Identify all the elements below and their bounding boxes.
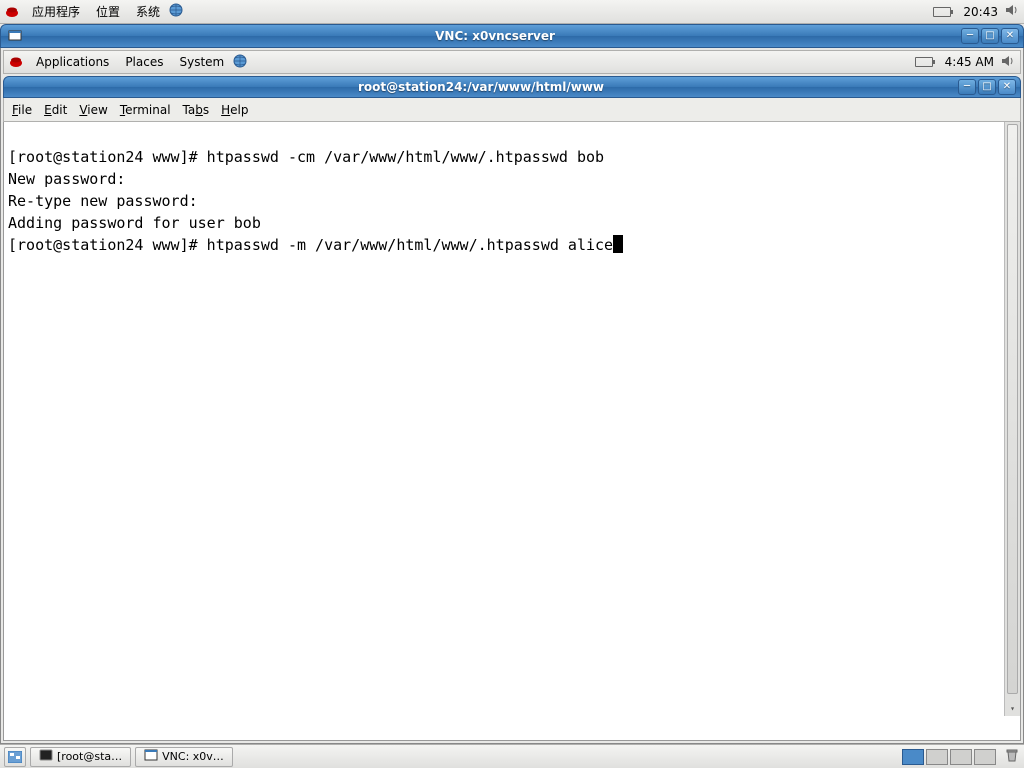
terminal-line: Adding password for user bob	[8, 214, 261, 232]
vnc-close-button[interactable]: ✕	[1001, 28, 1019, 44]
terminal-menubar: File Edit View Terminal Tabs Help	[3, 98, 1021, 122]
scrollbar-down-arrow[interactable]: ▾	[1005, 702, 1020, 716]
terminal-menu-edit[interactable]: Edit	[44, 103, 67, 117]
terminal-body[interactable]: [root@station24 www]# htpasswd -cm /var/…	[3, 122, 1021, 741]
terminal-titlebar[interactable]: >_ root@station24:/var/www/html/www ─ □ …	[3, 76, 1021, 98]
terminal-close-button[interactable]: ✕	[998, 79, 1016, 95]
window-icon	[144, 748, 158, 765]
show-desktop-button[interactable]	[4, 747, 26, 767]
host-menu-applications[interactable]: 应用程序	[24, 1, 88, 22]
guest-battery-icon[interactable]	[915, 57, 933, 67]
terminal-line: [root@station24 www]# htpasswd -cm /var/…	[8, 148, 604, 166]
vnc-content: Applications Places System 4:45 AM >_ ro…	[0, 48, 1024, 744]
guest-menu-places[interactable]: Places	[117, 53, 171, 71]
host-panel-bottom: [root@sta… VNC: x0v…	[0, 744, 1024, 768]
scrollbar-thumb[interactable]	[1007, 124, 1018, 694]
workspace-4[interactable]	[974, 749, 996, 765]
guest-browser-launcher-icon[interactable]	[232, 53, 248, 72]
browser-launcher-icon[interactable]	[168, 2, 184, 21]
vnc-minimize-button[interactable]: ─	[961, 28, 979, 44]
host-menu-system[interactable]: 系统	[128, 1, 168, 22]
workspace-3[interactable]	[950, 749, 972, 765]
terminal-menu-terminal[interactable]: Terminal	[120, 103, 171, 117]
vnc-window: VNC: x0vncserver ─ □ ✕ Applications Plac…	[0, 24, 1024, 744]
vnc-title: VNC: x0vncserver	[29, 29, 961, 43]
guest-redhat-icon	[8, 54, 24, 70]
workspace-switcher	[902, 749, 996, 765]
workspace-2[interactable]	[926, 749, 948, 765]
terminal-cursor	[613, 235, 623, 253]
terminal-line: Re-type new password:	[8, 192, 207, 210]
taskbar-vnc-label: VNC: x0v…	[162, 750, 224, 763]
vnc-window-icon	[7, 28, 23, 44]
vnc-titlebar[interactable]: VNC: x0vncserver ─ □ ✕	[0, 24, 1024, 48]
host-panel-top: 应用程序 位置 系统 20:43	[0, 0, 1024, 24]
terminal-minimize-button[interactable]: ─	[958, 79, 976, 95]
terminal-line: [root@station24 www]# htpasswd -m /var/w…	[8, 236, 613, 254]
host-clock[interactable]: 20:43	[957, 5, 1004, 19]
battery-icon[interactable]	[933, 7, 951, 17]
guest-panel-top: Applications Places System 4:45 AM	[3, 50, 1021, 74]
host-menu-places[interactable]: 位置	[88, 1, 128, 22]
terminal-line: New password:	[8, 170, 134, 188]
redhat-icon	[4, 4, 20, 20]
volume-icon[interactable]	[1004, 2, 1020, 21]
terminal-menu-file[interactable]: File	[12, 103, 32, 117]
terminal-menu-view[interactable]: View	[79, 103, 107, 117]
taskbar-terminal-button[interactable]: [root@sta…	[30, 747, 131, 767]
terminal-maximize-button[interactable]: □	[978, 79, 996, 95]
terminal-icon	[39, 748, 53, 765]
terminal-scrollbar[interactable]: ▾	[1004, 122, 1020, 716]
taskbar-terminal-label: [root@sta…	[57, 750, 122, 763]
terminal-menu-help[interactable]: Help	[221, 103, 248, 117]
vnc-maximize-button[interactable]: □	[981, 28, 999, 44]
workspace-1[interactable]	[902, 749, 924, 765]
terminal-title: root@station24:/var/www/html/www	[4, 80, 958, 94]
taskbar-vnc-button[interactable]: VNC: x0v…	[135, 747, 233, 767]
trash-icon[interactable]	[1004, 747, 1020, 766]
terminal-window: >_ root@station24:/var/www/html/www ─ □ …	[3, 76, 1021, 741]
guest-volume-icon[interactable]	[1000, 53, 1016, 72]
guest-menu-system[interactable]: System	[171, 53, 232, 71]
terminal-menu-tabs[interactable]: Tabs	[183, 103, 210, 117]
guest-menu-applications[interactable]: Applications	[28, 53, 117, 71]
guest-clock[interactable]: 4:45 AM	[939, 55, 1000, 69]
